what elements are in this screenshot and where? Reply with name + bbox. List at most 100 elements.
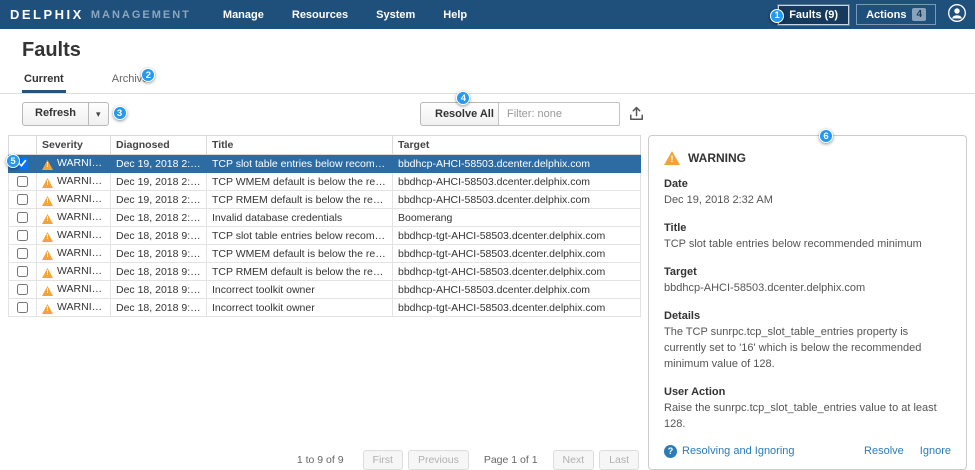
table-row[interactable]: 5 !WARNING Dec 19, 2018 2:32 AM TCP slot… — [9, 155, 641, 173]
diagnosed-cell: Dec 18, 2018 9:39 AM — [111, 299, 207, 317]
target-cell: bbdhcp-tgt-AHCI-58503.dcenter.delphix.co… — [393, 263, 641, 281]
diagnosed-cell: Dec 19, 2018 2:32 AM — [111, 155, 207, 173]
row-checkbox[interactable] — [17, 302, 28, 313]
actions-count-badge: 4 — [912, 8, 926, 21]
detail-details-value: The TCP sunrpc.tcp_slot_table_entries pr… — [664, 325, 951, 373]
severity-cell: !WARNING — [37, 227, 111, 245]
pagination: 1 to 9 of 9 First Previous Page 1 of 1 N… — [8, 446, 641, 470]
topbar-right-cluster: 1 Faults (9) Actions 4 — [778, 3, 967, 26]
severity-text: WARNING — [57, 211, 107, 223]
delphix-logo: DELPHIX — [10, 7, 84, 22]
filter-input[interactable] — [498, 102, 620, 126]
table-row[interactable]: !WARNING Dec 18, 2018 9:52 AM TCP WMEM d… — [9, 245, 641, 263]
faults-button-label: Faults (9) — [789, 9, 838, 21]
next-page-button[interactable]: Next — [553, 450, 595, 470]
title-cell: Incorrect toolkit owner — [207, 299, 393, 317]
faults-button[interactable]: 1 Faults (9) — [778, 5, 849, 25]
warning-icon: ! — [42, 160, 53, 170]
user-profile-button[interactable] — [947, 3, 967, 26]
row-checkbox[interactable] — [17, 176, 28, 187]
severity-cell: ! WARNING — [37, 155, 111, 173]
title-cell: Incorrect toolkit owner — [207, 281, 393, 299]
ignore-link[interactable]: Ignore — [920, 445, 951, 457]
detail-date-value: Dec 19, 2018 2:32 AM — [664, 193, 951, 209]
table-row[interactable]: !WARNING Dec 19, 2018 2:32 AM TCP WMEM d… — [9, 173, 641, 191]
severity-text: WARNING — [57, 265, 107, 277]
table-row[interactable]: !WARNING Dec 18, 2018 9:40 AM Incorrect … — [9, 281, 641, 299]
refresh-dropdown-button[interactable]: ▾ — [88, 103, 108, 125]
diagnosed-cell: Dec 18, 2018 2:23 PM — [111, 209, 207, 227]
export-icon — [628, 110, 645, 125]
row-checkbox[interactable] — [17, 284, 28, 295]
checkbox-cell — [9, 245, 37, 263]
table-row[interactable]: !WARNING Dec 18, 2018 9:52 AM TCP slot t… — [9, 227, 641, 245]
row-checkbox[interactable] — [17, 212, 28, 223]
resolve-all-button[interactable]: 4 Resolve All — [420, 102, 509, 126]
refresh-split-button: Refresh ▾ 3 — [22, 102, 109, 126]
last-page-button[interactable]: Last — [599, 450, 639, 470]
severity-text: WARNING — [57, 157, 107, 169]
table-row[interactable]: !WARNING Dec 19, 2018 2:32 AM TCP RMEM d… — [9, 191, 641, 209]
table-row[interactable]: !WARNING Dec 18, 2018 9:39 AM Incorrect … — [9, 299, 641, 317]
actions-button[interactable]: Actions 4 — [856, 4, 936, 25]
severity-text: WARNING — [57, 193, 107, 205]
warning-icon: ! — [42, 178, 53, 188]
top-navigation-bar: DELPHIX MANAGEMENT Manage Resources Syst… — [0, 0, 975, 29]
title-cell: TCP slot table entries below recommended… — [207, 155, 393, 173]
severity-cell: !WARNING — [37, 299, 111, 317]
checkbox-cell — [9, 173, 37, 191]
detail-title-value: TCP slot table entries below recommended… — [664, 237, 951, 253]
column-header-diagnosed[interactable]: Diagnosed — [111, 136, 207, 155]
detail-user-action-value: Raise the sunrpc.tcp_slot_table_entries … — [664, 401, 951, 433]
column-header-title[interactable]: Title — [207, 136, 393, 155]
diagnosed-cell: Dec 19, 2018 2:32 AM — [111, 191, 207, 209]
warning-icon: ! — [664, 151, 680, 165]
severity-cell: !WARNING — [37, 281, 111, 299]
row-checkbox[interactable] — [17, 230, 28, 241]
column-header-severity[interactable]: Severity — [37, 136, 111, 155]
warning-icon: ! — [42, 268, 53, 278]
resolving-and-ignoring-link[interactable]: ? Resolving and Ignoring — [664, 445, 795, 458]
severity-cell: !WARNING — [37, 191, 111, 209]
pagination-summary: 1 to 9 of 9 — [297, 454, 344, 466]
previous-page-button[interactable]: Previous — [408, 450, 469, 470]
checkbox-cell — [9, 191, 37, 209]
row-checkbox[interactable] — [17, 248, 28, 259]
faults-toolbar: Refresh ▾ 3 4 Resolve All — [22, 102, 953, 126]
detail-target-value: bbdhcp-AHCI-58503.dcenter.delphix.com — [664, 281, 951, 297]
menu-item-manage[interactable]: Manage — [223, 9, 264, 21]
first-page-button[interactable]: First — [363, 450, 403, 470]
menu-item-help[interactable]: Help — [443, 9, 467, 21]
detail-date-label: Date — [664, 178, 951, 190]
main-menu: Manage Resources System Help — [223, 9, 467, 21]
diagnosed-cell: Dec 18, 2018 9:52 AM — [111, 245, 207, 263]
table-row[interactable]: ! WARNING Dec 18, 2018 9:52 AM TCP RMEM d… — [9, 263, 641, 281]
table-row[interactable]: !WARNING Dec 18, 2018 2:23 PM Invalid da… — [9, 209, 641, 227]
title-cell: TCP RMEM default is below the recommende… — [207, 263, 393, 281]
severity-cell: ! WARNING — [37, 263, 111, 281]
title-cell: TCP WMEM default is below the recommende… — [207, 245, 393, 263]
diagnosed-cell: Dec 18, 2018 9:52 AM — [111, 263, 207, 281]
checkbox-cell — [9, 281, 37, 299]
target-cell: bbdhcp-AHCI-58503.dcenter.delphix.com — [393, 173, 641, 191]
row-checkbox[interactable] — [17, 266, 28, 277]
fault-detail-panel: 6 ! WARNING Date Dec 19, 2018 2:32 AM Ti… — [648, 135, 967, 470]
tab-archive[interactable]: Archive 2 — [110, 68, 151, 93]
checkbox-cell — [9, 227, 37, 245]
column-header-target[interactable]: Target — [393, 136, 641, 155]
tab-current[interactable]: Current — [22, 68, 66, 93]
target-cell: bbdhcp-tgt-AHCI-58503.dcenter.delphix.co… — [393, 245, 641, 263]
menu-item-resources[interactable]: Resources — [292, 9, 348, 21]
diagnosed-cell: Dec 18, 2018 9:52 AM — [111, 227, 207, 245]
export-button[interactable] — [628, 105, 645, 125]
warning-icon: ! — [42, 304, 53, 314]
checkbox-cell — [9, 209, 37, 227]
checkbox-cell — [9, 263, 37, 281]
page-info: Page 1 of 1 — [484, 454, 538, 466]
row-checkbox[interactable] — [17, 194, 28, 205]
detail-panel-footer: ? Resolving and Ignoring Resolve Ignore — [664, 445, 951, 458]
resolve-link[interactable]: Resolve — [864, 445, 904, 457]
detail-title-label: Title — [664, 222, 951, 234]
refresh-button[interactable]: Refresh — [23, 103, 88, 125]
menu-item-system[interactable]: System — [376, 9, 415, 21]
